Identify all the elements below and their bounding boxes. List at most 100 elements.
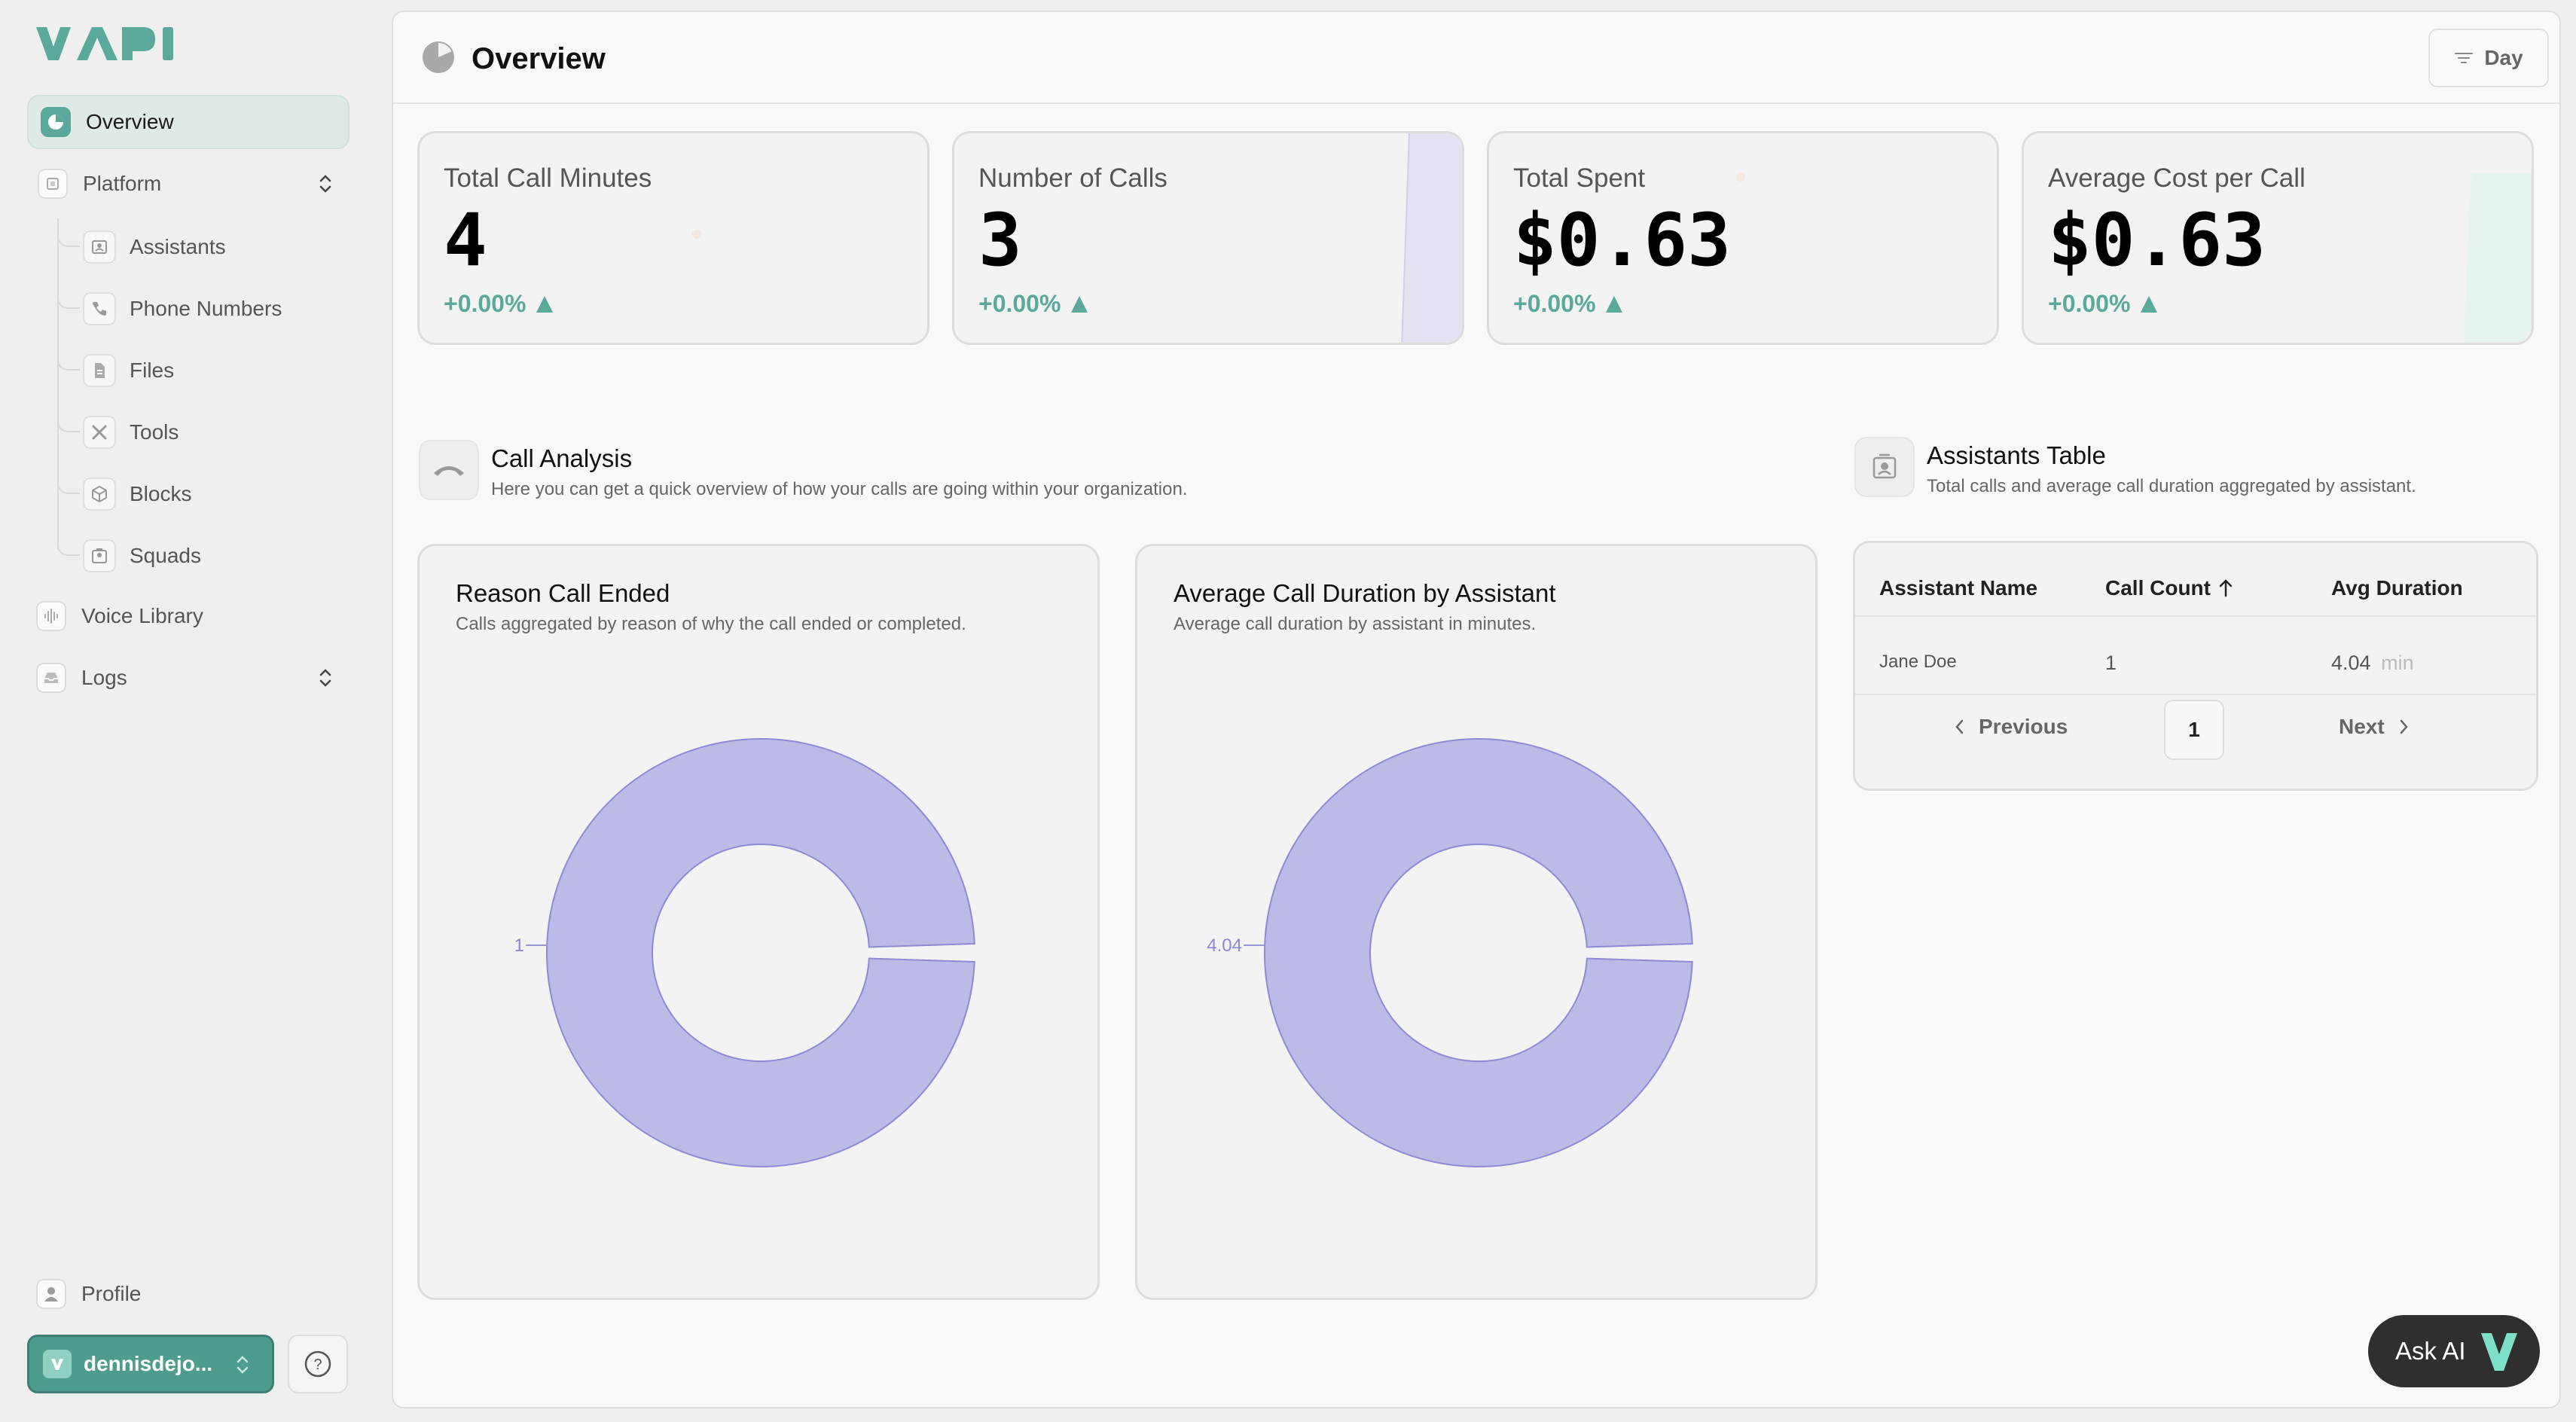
- column-header-avg-duration[interactable]: Avg Duration: [2331, 576, 2463, 600]
- help-icon: ?: [304, 1350, 331, 1378]
- avg-call-duration-donut: 4.04: [1207, 738, 1693, 1167]
- donut-slice[interactable]: [1264, 738, 1693, 1167]
- divider: [1855, 694, 2536, 695]
- pie-chart-icon: [422, 41, 455, 78]
- sidebar-item-platform[interactable]: Platform: [27, 157, 349, 211]
- stat-label: Total Call Minutes: [444, 163, 652, 193]
- call-analysis-subtitle: Here you can get a quick overview of how…: [491, 479, 1188, 499]
- next-page-button[interactable]: Next: [2339, 715, 2412, 739]
- sidebar-item-phone-numbers[interactable]: Phone Numbers: [83, 286, 282, 331]
- sidebar-item-squads[interactable]: Squads: [83, 533, 201, 578]
- vapi-v-icon: [2481, 1333, 2517, 1371]
- stat-change-value: +0.00%: [978, 290, 1061, 317]
- sidebar-item-blocks[interactable]: Blocks: [83, 471, 191, 517]
- sidebar-item-voice-library[interactable]: Voice Library: [27, 589, 349, 643]
- duration-unit: min: [2381, 651, 2414, 674]
- sidebar-item-assistants[interactable]: Assistants: [83, 224, 226, 270]
- sidebar: Overview Platform Assistants Phone Numbe…: [0, 0, 377, 1422]
- chevron-up-down-icon[interactable]: [315, 172, 336, 201]
- stat-card-total-spent: Total Spent $0.63 +0.00%: [1487, 131, 1999, 345]
- stat-card-number-of-calls: Number of Calls 3 +0.00%: [952, 131, 1464, 345]
- sparkline-area: [1401, 133, 1462, 343]
- sidebar-item-logs[interactable]: Logs: [27, 651, 349, 705]
- stat-value: 3: [978, 198, 1022, 282]
- page-title: Overview: [472, 42, 606, 75]
- tree-elbow: [57, 539, 80, 556]
- trend-up-icon: [2141, 295, 2158, 313]
- call-analysis-icon-box: [419, 440, 479, 500]
- sidebar-item-label: Platform: [83, 172, 162, 195]
- cell-assistant-name[interactable]: Jane Doe: [1879, 651, 1957, 673]
- column-header-assistant-name[interactable]: Assistant Name: [1879, 576, 2037, 600]
- chip-icon: [38, 169, 68, 199]
- previous-label: Previous: [1979, 715, 2068, 738]
- sidebar-item-tools[interactable]: Tools: [83, 410, 179, 455]
- sidebar-item-label: Blocks: [130, 482, 192, 505]
- sparkline-dot: [692, 230, 701, 239]
- tools-icon: [83, 416, 116, 449]
- vapi-logo[interactable]: [33, 23, 184, 69]
- stat-change-value: +0.00%: [2048, 290, 2131, 317]
- time-range-button[interactable]: Day: [2428, 29, 2549, 87]
- phone-hangup-icon: [434, 466, 464, 476]
- sidebar-item-overview[interactable]: Overview: [27, 95, 349, 149]
- page-number-button[interactable]: 1: [2164, 700, 2224, 760]
- sidebar-item-files[interactable]: Files: [83, 348, 174, 393]
- contact-card-icon: [1872, 453, 1897, 479]
- tree-elbow: [57, 292, 80, 309]
- sidebar-item-label: Profile: [81, 1282, 142, 1305]
- sort-arrow-up-icon: [2219, 579, 2233, 597]
- waveform-icon: [36, 601, 66, 631]
- tree-line: [57, 218, 59, 550]
- reason-call-ended-card: Reason Call Ended Calls aggregated by re…: [417, 544, 1100, 1300]
- main-panel: Overview Day Total Call Minutes 4 +0.00%…: [392, 11, 2561, 1408]
- stat-label: Total Spent: [1513, 163, 1646, 193]
- stat-card-total-call-minutes: Total Call Minutes 4 +0.00%: [417, 131, 929, 345]
- trend-up-icon: [1606, 295, 1623, 313]
- help-button[interactable]: ?: [288, 1335, 348, 1393]
- chevron-right-icon: [2400, 719, 2408, 734]
- stat-label: Average Cost per Call: [2048, 163, 2306, 193]
- sidebar-item-label: Overview: [86, 110, 174, 133]
- vapi-avatar-icon: [43, 1350, 72, 1378]
- column-header-label: Call Count: [2105, 576, 2211, 600]
- stat-card-average-cost-per-call: Average Cost per Call $0.63 +0.00%: [2022, 131, 2534, 345]
- stat-change: +0.00%: [1513, 290, 1623, 318]
- sidebar-item-label: Logs: [81, 666, 127, 689]
- stat-change-value: +0.00%: [444, 290, 526, 317]
- stat-value: $0.63: [2048, 198, 2266, 282]
- pie-chart-icon: [41, 107, 71, 137]
- ask-ai-label: Ask AI: [2395, 1337, 2466, 1365]
- tree-elbow: [57, 416, 80, 432]
- phone-icon: [83, 292, 116, 325]
- chevron-up-down-icon[interactable]: [315, 666, 336, 695]
- column-header-call-count[interactable]: Call Count: [2105, 576, 2235, 600]
- page-header: Overview Day: [393, 12, 2559, 104]
- stat-value: 4: [444, 198, 487, 282]
- file-icon: [83, 354, 116, 387]
- previous-page-button[interactable]: Previous: [1952, 715, 2068, 739]
- sidebar-item-label: Voice Library: [81, 604, 203, 627]
- organization-switcher[interactable]: dennisdejo...: [27, 1335, 274, 1393]
- inbox-icon: [36, 663, 66, 693]
- organization-name: dennisdejo...: [84, 1352, 213, 1375]
- call-analysis-title: Call Analysis: [491, 444, 633, 472]
- donut-slice[interactable]: [546, 738, 975, 1167]
- squad-icon: [83, 539, 116, 572]
- sidebar-item-profile[interactable]: Profile: [27, 1267, 349, 1321]
- cell-call-count: 1: [2105, 651, 2117, 674]
- user-icon: [36, 1279, 66, 1309]
- sidebar-item-label: Tools: [130, 420, 179, 444]
- chevron-left-icon: [1955, 719, 1964, 734]
- cell-avg-duration: 4.04 min: [2331, 651, 2414, 675]
- assistants-table: Assistant Name Call Count Avg Duration J…: [1853, 541, 2538, 791]
- assistants-table-subtitle: Total calls and average call duration ag…: [1927, 476, 2416, 496]
- divider: [1855, 615, 2536, 617]
- donut-slice-label: 1: [514, 935, 524, 956]
- stat-change: +0.00%: [444, 290, 554, 318]
- tree-elbow: [57, 478, 80, 494]
- ask-ai-button[interactable]: Ask AI: [2368, 1315, 2540, 1387]
- duration-value: 4.04: [2331, 651, 2371, 674]
- next-label: Next: [2339, 715, 2385, 738]
- trend-up-icon: [1071, 295, 1088, 313]
